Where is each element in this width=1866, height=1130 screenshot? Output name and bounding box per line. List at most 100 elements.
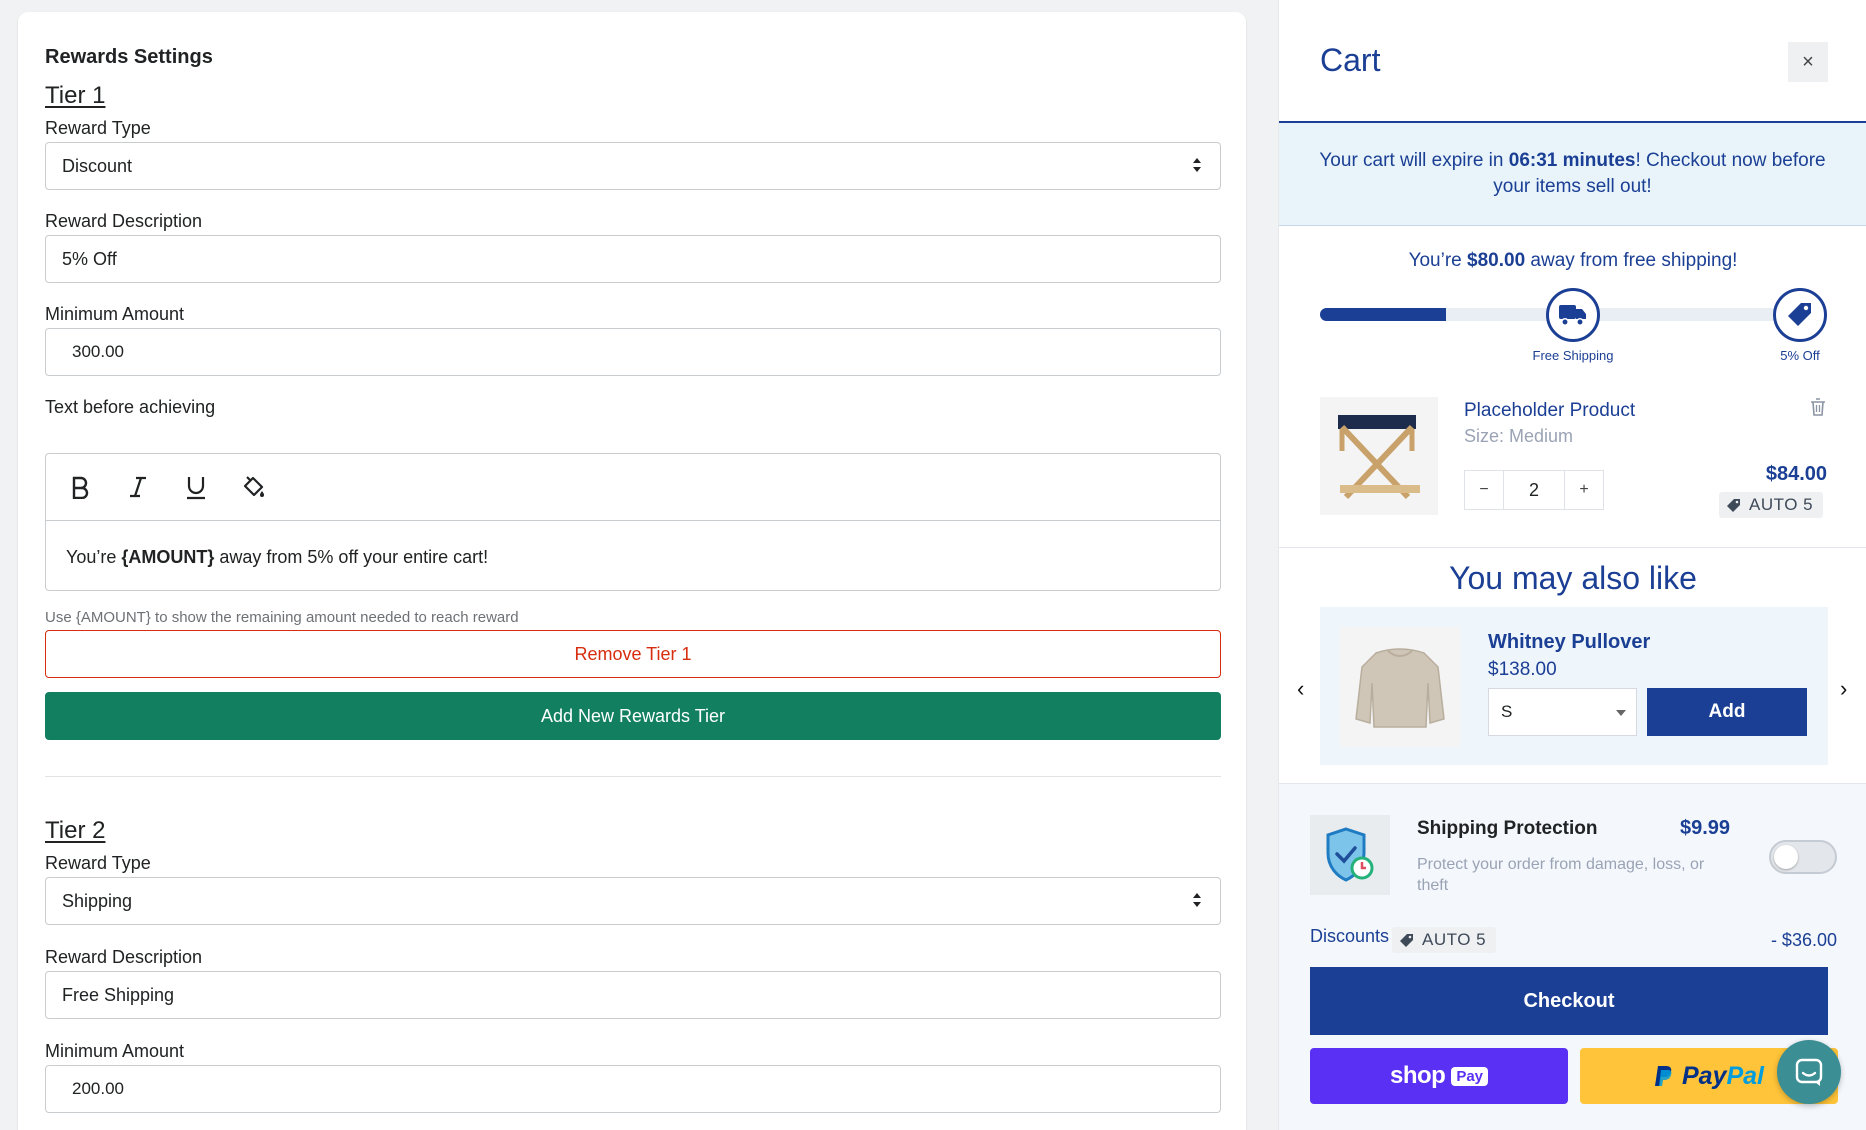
tier2-reward-desc-label: Reward Description xyxy=(45,947,203,967)
product-size: Size: Medium xyxy=(1464,426,1574,446)
protection-toggle[interactable] xyxy=(1769,840,1837,874)
paypal-word-pay: Pay xyxy=(1681,1061,1727,1090)
tier2-min-amount-input[interactable]: 200.00 xyxy=(45,1065,1221,1113)
close-icon[interactable]: × xyxy=(1788,42,1828,82)
tier1-min-amount-label: Minimum Amount xyxy=(45,304,185,324)
ship-amount: $80.00 xyxy=(1467,250,1526,271)
upsell-size-select[interactable]: S xyxy=(1488,688,1637,736)
quantity-increase-button[interactable]: + xyxy=(1565,471,1603,509)
tier1-text-before-label: Text before achieving xyxy=(45,397,216,417)
editor-text-suffix: away from 5% off your entire cart! xyxy=(214,547,489,567)
tier2-reward-type-value: Shipping xyxy=(62,890,133,911)
tier-divider xyxy=(45,776,1221,777)
tier2-reward-desc-input[interactable]: Free Shipping xyxy=(45,971,1221,1019)
product-name[interactable]: Placeholder Product xyxy=(1464,400,1635,422)
tag-icon xyxy=(1773,288,1827,342)
editor-amount-token: {AMOUNT} xyxy=(121,547,215,567)
chat-bubble-icon[interactable] xyxy=(1777,1040,1841,1104)
ship-suffix: away from free shipping! xyxy=(1525,250,1738,271)
milestone-label-5-off: 5% Off xyxy=(1780,348,1820,363)
ship-prefix: You’re xyxy=(1408,250,1468,271)
milestone-label-free-shipping: Free Shipping xyxy=(1532,348,1614,363)
select-arrows-icon xyxy=(1192,157,1202,175)
tier1-rich-text-editor[interactable]: You’re {AMOUNT} away from 5% off your en… xyxy=(45,453,1221,591)
rewards-settings-panel: Rewards Settings Tier 1 Reward Type Disc… xyxy=(18,12,1246,1130)
tier1-reward-type-select[interactable]: Discount xyxy=(45,142,1221,190)
editor-toolbar xyxy=(46,454,1220,521)
shop-pay-button[interactable]: shop Pay xyxy=(1310,1048,1568,1104)
tier1-min-amount-input[interactable]: 300.00 xyxy=(45,328,1221,376)
chevron-down-icon xyxy=(1616,710,1626,716)
tier1-reward-desc-value: 5% Off xyxy=(62,248,117,269)
tier2-reward-type-select[interactable]: Shipping xyxy=(45,877,1221,925)
quantity-stepper: − 2 + xyxy=(1464,470,1604,510)
checkout-button[interactable]: Checkout xyxy=(1310,967,1828,1035)
add-rewards-tier-button[interactable]: Add New Rewards Tier xyxy=(45,692,1221,740)
tier2-title: Tier 2 xyxy=(45,817,106,844)
upsell-size-value: S xyxy=(1501,702,1513,721)
editor-content[interactable]: You’re {AMOUNT} away from 5% off your en… xyxy=(46,521,1220,594)
tier1-min-amount-value: 300.00 xyxy=(72,342,124,361)
expire-prefix: Your cart will expire in xyxy=(1319,150,1509,171)
protection-title: Shipping Protection xyxy=(1417,818,1598,839)
tag-icon xyxy=(1400,934,1413,947)
tier1-reward-type-value: Discount xyxy=(62,155,133,176)
tier1-help-text: Use {AMOUNT} to show the remaining amoun… xyxy=(45,609,519,626)
paint-bucket-icon[interactable] xyxy=(236,469,272,505)
underline-icon[interactable] xyxy=(178,469,214,505)
tier1-reward-desc-input[interactable]: 5% Off xyxy=(45,235,1221,283)
upsell-product-image[interactable] xyxy=(1340,627,1460,747)
remove-tier1-button[interactable]: Remove Tier 1 xyxy=(45,630,1221,678)
tier1-reward-desc-label: Reward Description xyxy=(45,211,203,231)
upsell-card: Whitney Pullover $138.00 S Add xyxy=(1320,607,1828,765)
protection-description: Protect your order from damage, loss, or… xyxy=(1417,856,1705,894)
rewards-progress-fill xyxy=(1320,308,1447,321)
editor-text-prefix: You’re xyxy=(66,547,122,567)
cart-line-item: Placeholder Product Size: Medium − 2 + $… xyxy=(1279,395,1866,545)
tier2-reward-desc-value: Free Shipping xyxy=(62,984,175,1005)
discount-code-badge: AUTO 5 xyxy=(1392,927,1497,953)
quantity-decrease-button[interactable]: − xyxy=(1465,471,1503,509)
upsell-add-button[interactable]: Add xyxy=(1647,688,1807,736)
discount-code: AUTO 5 xyxy=(1422,930,1487,949)
upsell-prev-chevron-icon[interactable]: ‹ xyxy=(1297,676,1304,702)
tier2-min-amount-label: Minimum Amount xyxy=(45,1041,185,1061)
discounts-label: Discounts xyxy=(1310,926,1390,946)
paypal-wordmark: PayPal xyxy=(1682,1062,1764,1091)
tier1-reward-type-label: Reward Type xyxy=(45,118,151,138)
cart-drawer: Cart × Your cart will expire in 06:31 mi… xyxy=(1278,0,1866,1130)
upsell-title: You may also like xyxy=(1449,560,1697,596)
shield-icon xyxy=(1310,815,1390,895)
protection-price: $9.99 xyxy=(1680,817,1731,839)
upsell-product-name[interactable]: Whitney Pullover xyxy=(1488,631,1650,654)
line-item-discount-code: AUTO 5 xyxy=(1749,495,1814,514)
truck-icon xyxy=(1546,288,1600,342)
settings-title: Rewards Settings xyxy=(45,46,213,68)
free-shipping-message: You’re $80.00 away from free shipping! xyxy=(1279,250,1866,272)
quantity-input[interactable]: 2 xyxy=(1503,471,1565,509)
shop-pay-wordmark: shop xyxy=(1389,1062,1446,1089)
cart-expiry-banner: Your cart will expire in 06:31 minutes! … xyxy=(1279,123,1866,226)
paypal-logo-icon xyxy=(1654,1066,1672,1086)
tier1-title: Tier 1 xyxy=(45,82,106,109)
cart-title: Cart xyxy=(1320,42,1381,78)
tier2-reward-type-label: Reward Type xyxy=(45,853,151,873)
paypal-word-pal: Pal xyxy=(1726,1061,1764,1090)
tier2-min-amount-value: 200.00 xyxy=(72,1079,124,1098)
line-item-discount-badge: AUTO 5 xyxy=(1719,492,1824,518)
trash-icon[interactable] xyxy=(1810,398,1826,421)
italic-icon[interactable] xyxy=(120,469,156,505)
shop-pay-badge: Pay xyxy=(1451,1066,1489,1086)
bold-icon[interactable] xyxy=(62,469,98,505)
discount-amount: - $36.00 xyxy=(1770,930,1837,950)
expire-time: 06:31 minutes xyxy=(1508,150,1636,171)
upsell-product-price: $138.00 xyxy=(1488,659,1557,680)
cart-header: Cart × xyxy=(1279,0,1866,123)
tag-icon xyxy=(1727,499,1740,512)
line-item-price: $84.00 xyxy=(1765,463,1827,485)
select-arrows-icon xyxy=(1192,892,1202,910)
section-divider xyxy=(1279,547,1866,548)
toggle-knob xyxy=(1774,845,1798,869)
product-image[interactable] xyxy=(1320,397,1438,515)
upsell-next-chevron-icon[interactable]: › xyxy=(1840,676,1847,702)
